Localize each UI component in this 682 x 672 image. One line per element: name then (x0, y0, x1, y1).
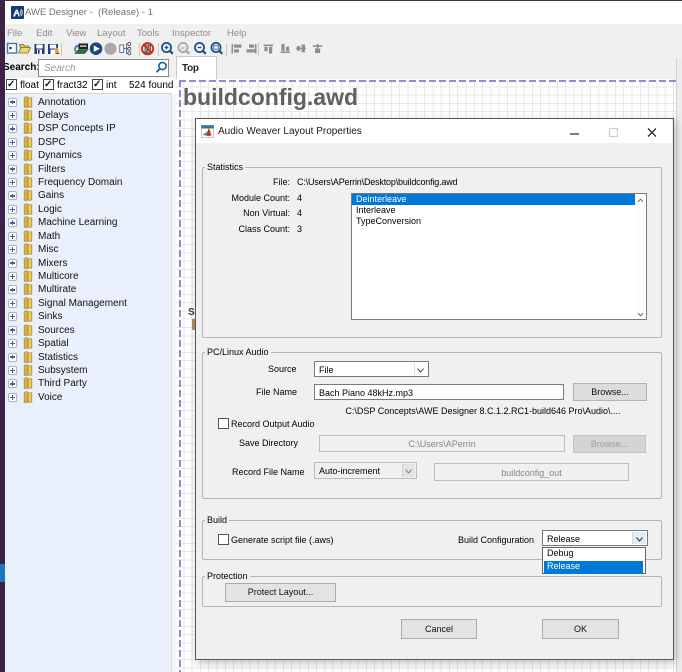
svg-text:80: 80 (181, 46, 187, 51)
